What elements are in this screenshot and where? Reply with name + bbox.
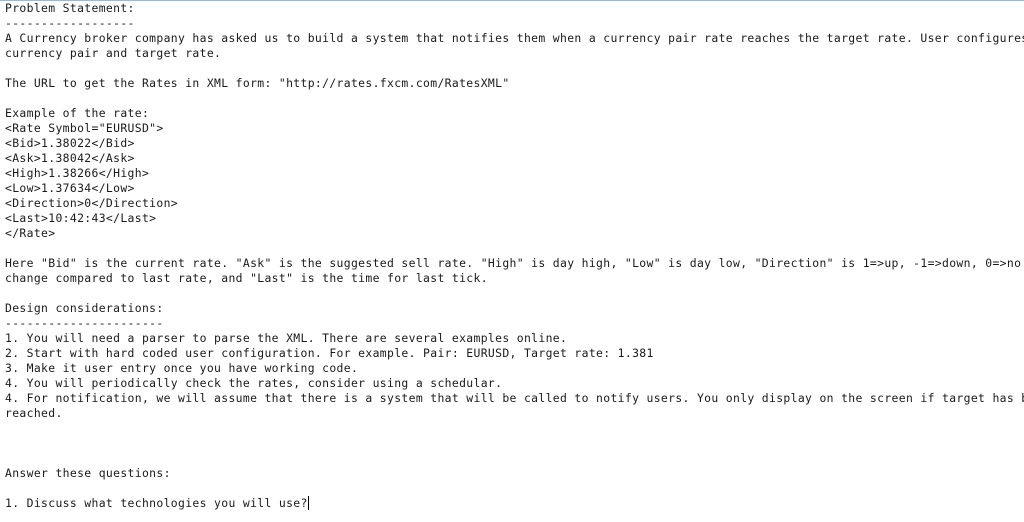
question-text: 1. Discuss what technologies you will us… bbox=[5, 496, 308, 510]
text-cursor bbox=[307, 496, 309, 510]
design-item: 3. Make it user entry once you have work… bbox=[5, 361, 359, 375]
xml-line: <Low>1.37634</Low> bbox=[5, 181, 135, 195]
intro-line: currency pair and target rate. bbox=[5, 46, 222, 60]
design-item: 4. You will periodically check the rates… bbox=[5, 376, 503, 390]
xml-line: <High>1.38266</High> bbox=[5, 166, 150, 180]
design-item: 2. Start with hard coded user configurat… bbox=[5, 346, 654, 360]
questions-heading: Answer these questions: bbox=[5, 466, 171, 480]
text-editor[interactable]: Problem Statement: ------------------ A … bbox=[0, 1, 1024, 522]
intro-line: A Currency broker company has asked us t… bbox=[5, 31, 1024, 45]
design-item: 4. For notification, we will assume that… bbox=[5, 391, 1024, 405]
explain-line: Here "Bid" is the current rate. "Ask" is… bbox=[5, 256, 1022, 270]
design-rule: ---------------------- bbox=[5, 316, 164, 330]
design-item: 1. You will need a parser to parse the X… bbox=[5, 331, 568, 345]
xml-line: </Rate> bbox=[5, 226, 56, 240]
example-heading: Example of the rate: bbox=[5, 106, 150, 120]
xml-line: <Ask>1.38042</Ask> bbox=[5, 151, 135, 165]
design-item-continuation: reached. bbox=[5, 406, 63, 420]
xml-line: <Bid>1.38022</Bid> bbox=[5, 136, 135, 150]
explain-line: change compared to last rate, and "Last"… bbox=[5, 271, 488, 285]
heading-rule: ------------------ bbox=[5, 16, 135, 30]
question-line[interactable]: 1. Discuss what technologies you will us… bbox=[5, 496, 1024, 511]
xml-line: <Last>10:42:43</Last> bbox=[5, 211, 157, 225]
heading-problem-statement: Problem Statement: bbox=[5, 1, 135, 15]
design-heading: Design considerations: bbox=[5, 301, 164, 315]
xml-line: <Rate Symbol="EURUSD"> bbox=[5, 121, 164, 135]
url-line: The URL to get the Rates in XML form: "h… bbox=[5, 76, 510, 90]
xml-line: <Direction>0</Direction> bbox=[5, 196, 178, 210]
